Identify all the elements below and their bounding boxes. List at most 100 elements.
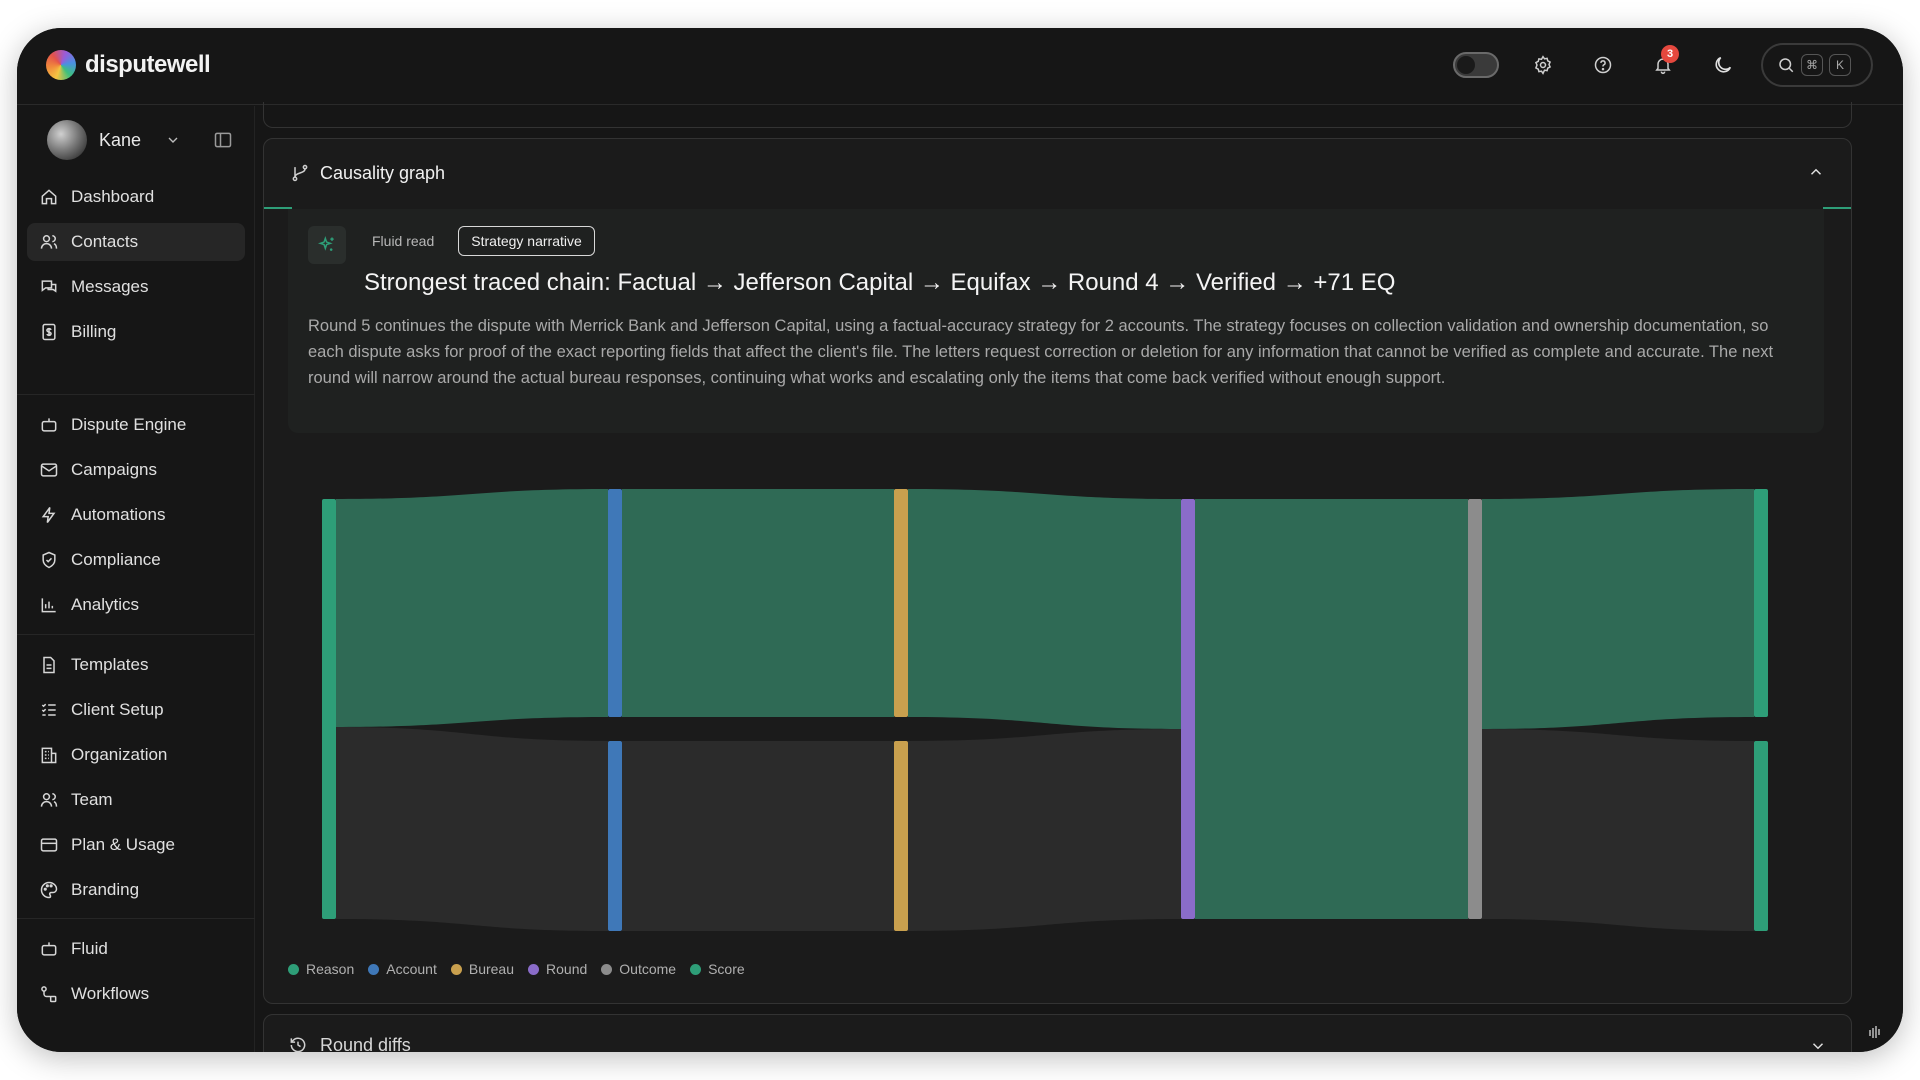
git-branch-icon <box>292 164 308 182</box>
legend-item-outcome: Outcome <box>601 961 676 977</box>
user-menu[interactable]: Kane <box>47 120 181 160</box>
sidebar-item-compliance[interactable]: Compliance <box>27 541 245 579</box>
sankey-flow-band <box>1482 729 1754 931</box>
help-button[interactable] <box>1585 47 1621 83</box>
nav-group-main: Dashboard Contacts Messages Billing <box>27 178 245 358</box>
home-icon <box>41 189 57 205</box>
sidebar-item-templates[interactable]: Templates <box>27 646 245 684</box>
sidebar-item-label: Organization <box>71 745 168 764</box>
causality-title: Causality graph <box>320 162 446 183</box>
legend-label: Score <box>708 961 745 977</box>
sidebar-item-automations[interactable]: Automations <box>27 496 245 534</box>
sidebar-item-branding[interactable]: Branding <box>27 871 245 909</box>
round-diffs-title: Round diffs <box>320 1035 411 1052</box>
chain-headline: Strongest traced chain: Factual → Jeffer… <box>364 269 1396 296</box>
sidebar-item-label: Messages <box>71 277 149 296</box>
resize-grip-icon[interactable] <box>1867 1024 1883 1040</box>
sidebar-item-label: Workflows <box>71 984 150 1003</box>
dark-mode-button[interactable] <box>1705 47 1741 83</box>
sankey-node-score[interactable] <box>1754 489 1768 717</box>
document-icon <box>43 656 55 674</box>
robot-icon <box>41 418 57 432</box>
sidebar-item-plan-usage[interactable]: Plan & Usage <box>27 826 245 864</box>
legend-dot <box>450 963 462 975</box>
app-window: disputewell 3 ⌘ K Kane Dashboard Contact… <box>17 28 1903 1052</box>
sidebar-item-fluid[interactable]: Fluid <box>27 930 245 968</box>
sankey-flow-band <box>908 489 1181 729</box>
theme-toggle[interactable] <box>1453 52 1499 78</box>
legend-dot <box>601 963 613 975</box>
nav-group-fluid: Fluid Workflows <box>27 930 245 1020</box>
nav-divider <box>17 918 255 919</box>
sidebar-item-label: Branding <box>71 880 140 899</box>
app-name: disputewell <box>85 51 211 78</box>
sankey-node-outcome[interactable] <box>1468 499 1482 919</box>
sidebar-item-label: Compliance <box>71 550 161 569</box>
robot-icon <box>41 942 57 956</box>
chevron-down-icon <box>1812 1043 1824 1050</box>
sankey-flow-band <box>336 489 608 727</box>
sidebar-item-label: Analytics <box>71 595 140 614</box>
sankey-node-bureau[interactable] <box>894 741 908 931</box>
card-icon <box>40 838 58 852</box>
round-diffs-card[interactable]: Round diffs <box>263 1014 1852 1052</box>
notifications-button[interactable]: 3 <box>1645 45 1681 83</box>
legend-label: Account <box>386 961 437 977</box>
nav-divider <box>17 634 255 635</box>
sidebar-item-team[interactable]: Team <box>27 781 245 819</box>
previous-section-card <box>263 102 1852 128</box>
chart-legend: Reason Account Bureau Round Outcome Score <box>288 961 745 977</box>
sidebar-item-analytics[interactable]: Analytics <box>27 586 245 624</box>
sidebar-item-workflows[interactable]: Workflows <box>27 975 245 1013</box>
sidebar-item-organization[interactable]: Organization <box>27 736 245 774</box>
sidebar-item-label: Client Setup <box>71 700 164 719</box>
legend-label: Outcome <box>619 961 677 977</box>
sidebar-item-campaigns[interactable]: Campaigns <box>27 451 245 489</box>
nav-divider <box>17 394 255 395</box>
settings-button[interactable] <box>1525 47 1561 83</box>
sankey-node-reason[interactable] <box>322 499 336 919</box>
legend-item-bureau: Bureau <box>450 961 515 977</box>
sankey-node-account[interactable] <box>608 489 622 717</box>
sidebar-item-client-setup[interactable]: Client Setup <box>27 691 245 729</box>
chevron-up-icon[interactable] <box>1807 163 1825 181</box>
accent-line-right <box>1823 207 1851 209</box>
main-content: Causality graph Fluid read Strategy narr… <box>255 102 1903 1052</box>
tab-strategy-narrative[interactable]: Strategy narrative <box>458 226 595 256</box>
sankey-flow-band <box>1195 499 1468 919</box>
sidebar-item-dispute-engine[interactable]: Dispute Engine <box>27 406 245 444</box>
sankey-node-bureau[interactable] <box>894 489 908 717</box>
nav-group-settings: Templates Client Setup Organization Team… <box>27 646 245 916</box>
legend-dot <box>368 963 380 975</box>
sankey-flow-band <box>908 729 1181 931</box>
causality-header[interactable]: Causality graph <box>264 139 1851 207</box>
sidebar: Kane Dashboard Contacts Messages Billing <box>17 106 255 1052</box>
sankey-flow-band <box>622 489 894 717</box>
sankey-flow-band <box>622 741 894 931</box>
logo[interactable]: disputewell <box>46 50 211 80</box>
sidebar-item-billing[interactable]: Billing <box>27 313 245 351</box>
moon-icon <box>1715 56 1732 73</box>
legend-item-score: Score <box>690 961 745 977</box>
sankey-node-round[interactable] <box>1181 499 1195 919</box>
collapse-sidebar-button[interactable] <box>213 130 233 155</box>
mail-icon <box>40 463 58 477</box>
kbd-k: K <box>1829 54 1851 76</box>
nav-group-engine: Dispute Engine Campaigns Automations Com… <box>27 406 245 631</box>
legend-dot <box>288 963 299 975</box>
narrative-tabs: Fluid read Strategy narrative <box>360 226 595 256</box>
search-icon <box>1779 58 1794 73</box>
users-icon <box>40 235 58 249</box>
sankey-node-account[interactable] <box>608 741 622 931</box>
sidebar-item-dashboard[interactable]: Dashboard <box>27 178 245 216</box>
search-button[interactable]: ⌘ K <box>1761 43 1873 87</box>
team-icon <box>40 793 58 807</box>
tab-fluid-read[interactable]: Fluid read <box>360 227 446 255</box>
history-icon <box>290 1037 306 1052</box>
sidebar-item-messages[interactable]: Messages <box>27 268 245 306</box>
sidebar-item-label: Dispute Engine <box>71 415 187 434</box>
narrative-paragraph: Round 5 continues the dispute with Merri… <box>308 317 1774 387</box>
sankey-node-score[interactable] <box>1754 741 1768 931</box>
sidebar-item-contacts[interactable]: Contacts <box>27 223 245 261</box>
legend-label: Bureau <box>468 961 515 977</box>
